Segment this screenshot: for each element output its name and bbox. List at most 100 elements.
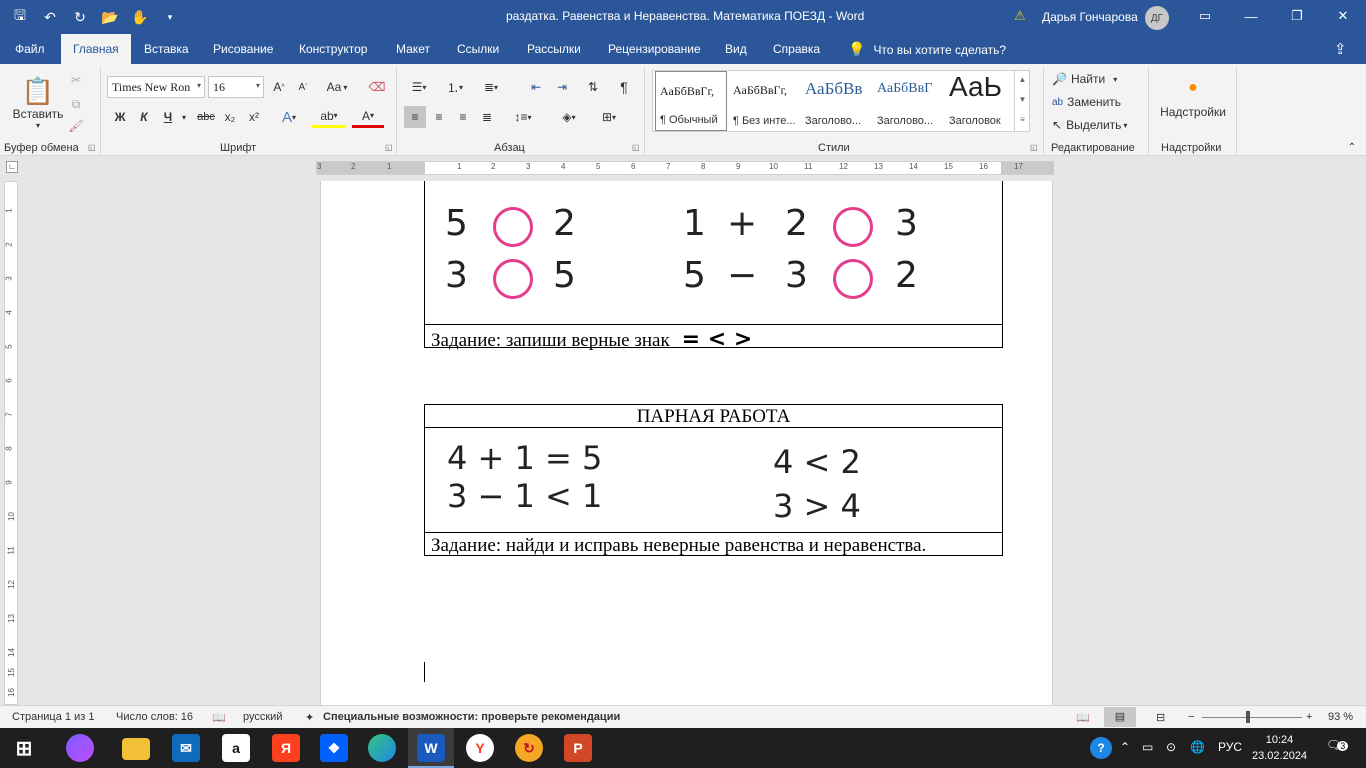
highlight-icon[interactable]: ab ▾ (312, 106, 346, 128)
dialog-launcher-icon[interactable]: ◱ (1030, 143, 1038, 152)
explorer-icon[interactable] (122, 738, 150, 760)
amazon-icon[interactable]: a (222, 734, 250, 762)
zoom-slider[interactable] (1202, 717, 1302, 718)
mail-icon[interactable]: ✉ (172, 734, 200, 762)
dialog-launcher-icon[interactable]: ◱ (385, 143, 393, 152)
language-icon[interactable]: 🌐 (1190, 740, 1205, 754)
copy-icon[interactable]: ⧉ (66, 94, 86, 114)
superscript-button[interactable]: x² (244, 106, 264, 128)
battery-icon[interactable]: ▭ (1142, 740, 1153, 754)
tab-file[interactable]: Файл (15, 42, 45, 56)
style-title[interactable]: АаЬ Заголовок (945, 71, 1017, 131)
chevron-up-icon[interactable]: ⌃ (1120, 740, 1130, 754)
borders-icon[interactable]: ⊞ ▾ (594, 106, 624, 128)
answer-circle[interactable] (493, 207, 533, 247)
align-center-icon[interactable]: ≡ (428, 106, 450, 128)
tell-me-search[interactable]: 💡 Что вы хотите сделать? (848, 41, 1006, 58)
multilevel-list-icon[interactable]: ≣ ▾ (476, 76, 506, 98)
tab-references[interactable]: Ссылки (457, 42, 499, 56)
tab-mailings[interactable]: Рассылки (527, 42, 581, 56)
shading-icon[interactable]: ◈ ▾ (552, 106, 586, 128)
page-count[interactable]: Страница 1 из 1 (12, 711, 94, 723)
ruler-strip[interactable]: 3 2 1 1 2 3 4 5 6 7 8 9 10 11 12 13 14 1… (316, 161, 1054, 175)
print-layout-icon[interactable]: ▤ (1104, 707, 1136, 727)
style-heading-1[interactable]: АаБбВв Заголово... (801, 71, 873, 131)
avatar[interactable]: ДГ (1145, 6, 1169, 30)
tab-layout[interactable]: Макет (396, 42, 430, 56)
chevron-down-icon[interactable]: ▾ (178, 106, 190, 128)
sort-icon[interactable]: ⇅ (582, 76, 604, 98)
numbering-icon[interactable]: ⒈ ▾ (440, 76, 470, 98)
justify-icon[interactable]: ≣ (476, 106, 498, 128)
yandex-icon[interactable]: Я (272, 734, 300, 762)
decrease-indent-icon[interactable]: ⇤ (526, 76, 546, 98)
proofing-icon[interactable]: 📖 (212, 711, 226, 724)
bullets-icon[interactable]: ☰ ▾ (404, 76, 434, 98)
save-icon[interactable]: 🖫 (8, 5, 32, 29)
more-icon[interactable]: ≡ (1015, 110, 1030, 130)
strikethrough-button[interactable]: abc (194, 106, 218, 128)
customize-icon[interactable]: ▾ (158, 5, 182, 29)
dropbox-icon[interactable]: ❖ (320, 734, 348, 762)
styles-scroll[interactable]: ▲ ▼ ≡ (1014, 70, 1030, 132)
close-icon[interactable]: ✕ (1328, 4, 1358, 28)
powerpoint-icon[interactable]: P (564, 734, 592, 762)
tab-insert[interactable]: Вставка (144, 42, 189, 56)
style-heading-2[interactable]: АаБбВвГ Заголово... (873, 71, 945, 131)
format-painter-icon[interactable]: 🖌 (66, 116, 86, 136)
web-layout-icon[interactable]: ⊟ (1156, 711, 1165, 724)
align-left-icon[interactable]: ≡ (404, 106, 426, 128)
word-icon[interactable]: W (417, 734, 445, 762)
clear-formatting-icon[interactable]: ⌫ (366, 76, 388, 98)
notifications-icon[interactable]: 🗨3 (1326, 738, 1349, 752)
underline-button[interactable]: Ч (158, 106, 178, 128)
change-case-button[interactable]: Aa ▾ (320, 76, 354, 98)
cut-icon[interactable]: ✂ (66, 70, 86, 90)
subscript-button[interactable]: x₂ (220, 106, 240, 128)
zoom-level[interactable]: 93 % (1328, 711, 1353, 723)
increase-indent-icon[interactable]: ⇥ (552, 76, 572, 98)
alice-icon[interactable] (66, 734, 94, 762)
zoom-slider-thumb[interactable] (1246, 711, 1250, 723)
ribbon-display-icon[interactable]: ▭ (1190, 4, 1220, 28)
font-color-icon[interactable]: A ▾ (352, 106, 384, 128)
vertical-ruler[interactable]: 1 2 3 4 5 6 7 8 9 10 11 12 13 14 15 16 (4, 181, 18, 705)
bold-button[interactable]: Ж (110, 106, 130, 128)
touch-mode-icon[interactable]: ✋ (128, 5, 152, 29)
tab-design[interactable]: Конструктор (299, 42, 367, 56)
style-no-spacing[interactable]: АаБбВвГг, ¶ Без инте... (729, 71, 801, 131)
sync-icon[interactable]: ↻ (515, 734, 543, 762)
tab-draw[interactable]: Рисование (213, 42, 273, 56)
input-language[interactable]: РУС (1218, 740, 1242, 754)
grow-font-button[interactable]: A ^ (268, 76, 290, 98)
tab-home[interactable]: Главная (61, 34, 131, 64)
tab-view[interactable]: Вид (725, 42, 747, 56)
edge-icon[interactable] (368, 734, 396, 762)
align-right-icon[interactable]: ≡ (452, 106, 474, 128)
zoom-in-icon[interactable]: + (1306, 711, 1312, 723)
minimize-icon[interactable]: — (1236, 4, 1266, 28)
table-pair-work[interactable]: ПАРНАЯ РАБОТА 4 + 1 = 5 3 − 1 < 1 4 < 2 … (424, 404, 1003, 556)
font-name-combo[interactable]: Times New Ron ▾ (107, 76, 205, 98)
tab-help[interactable]: Справка (773, 42, 820, 56)
text-effects-icon[interactable]: A ▾ (274, 106, 304, 128)
chevron-down-icon[interactable]: ▼ (1015, 90, 1030, 110)
answer-circle[interactable] (833, 259, 873, 299)
answer-circle[interactable] (493, 259, 533, 299)
find-button[interactable]: 🔎 Найти ▾ (1052, 70, 1117, 88)
table-comparison[interactable]: 5 2 3 5 1 + 2 3 5 − 3 2 Задание: запиши … (424, 181, 1003, 352)
accessibility-status[interactable]: Специальные возможности: проверьте реком… (323, 711, 620, 723)
paste-button[interactable]: 📋 Вставить ▾ (10, 70, 66, 136)
read-mode-icon[interactable]: 📖 (1076, 711, 1090, 724)
open-icon[interactable]: 📂 (98, 5, 122, 29)
user-name[interactable]: Дарья Гончарова (1042, 10, 1138, 24)
select-button[interactable]: ↖ Выделить ▾ (1052, 116, 1127, 134)
share-icon[interactable]: ⇪ (1334, 40, 1347, 58)
tab-selector-icon[interactable]: ∟ (6, 161, 18, 173)
italic-button[interactable]: К (134, 106, 154, 128)
line-spacing-icon[interactable]: ↕≡ ▾ (508, 106, 538, 128)
document-page[interactable]: 5 2 3 5 1 + 2 3 5 − 3 2 Задание: запиши … (320, 181, 1053, 705)
word-count[interactable]: Число слов: 16 (116, 711, 193, 723)
windows-icon[interactable]: ⊞ (10, 734, 38, 762)
replace-button[interactable]: ab Заменить (1052, 93, 1121, 111)
